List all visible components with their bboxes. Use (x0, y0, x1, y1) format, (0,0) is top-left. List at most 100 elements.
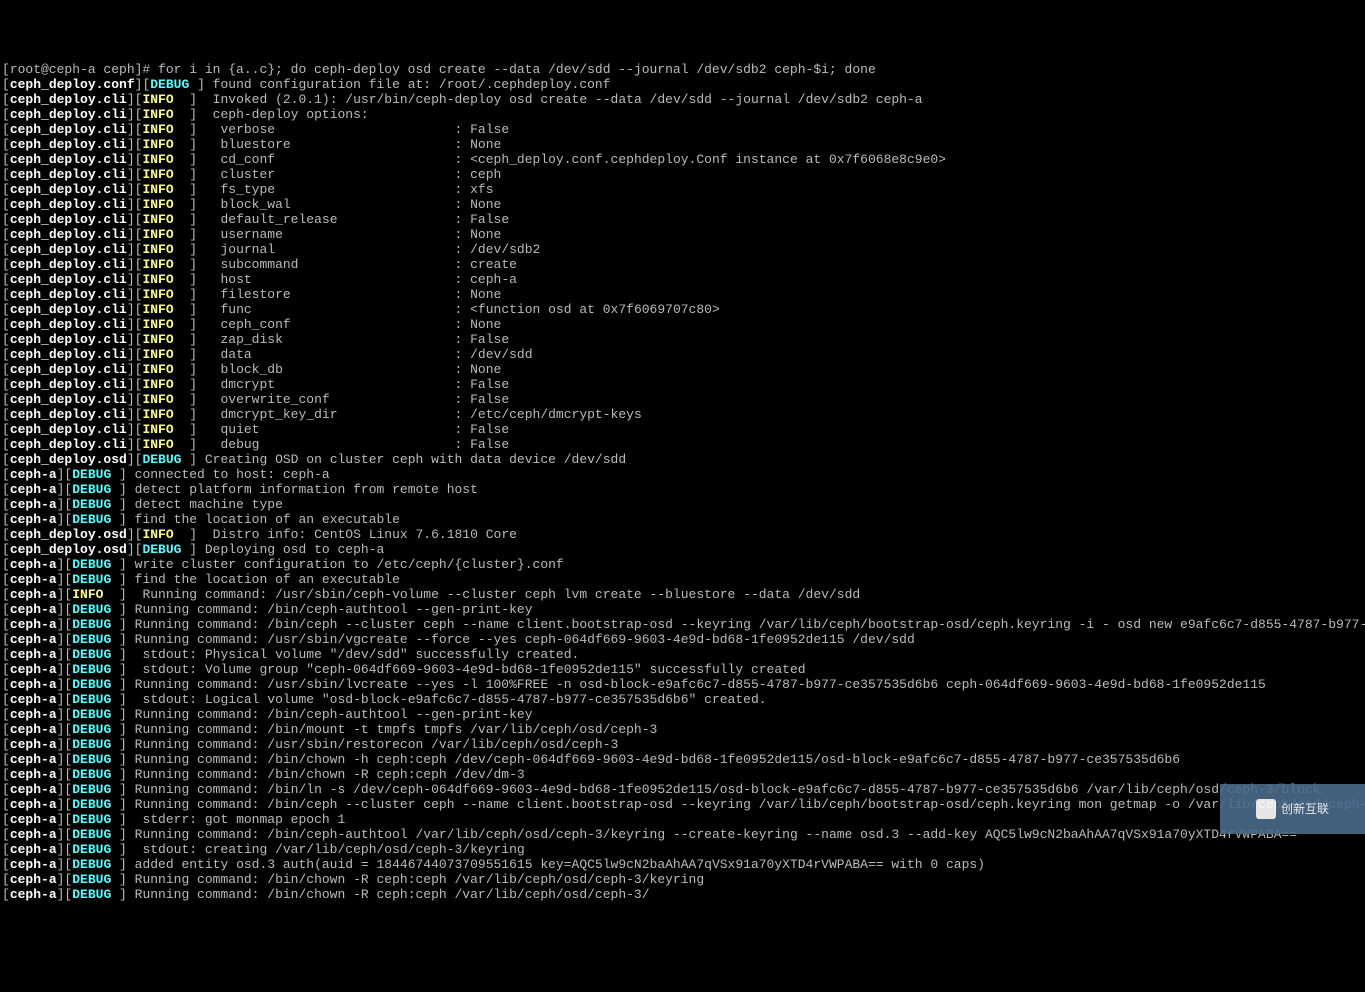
log-level: INFO (142, 287, 189, 302)
log-line: [ceph-a][DEBUG ] detect platform informa… (2, 482, 1363, 497)
log-line: [ceph_deploy.cli][INFO ] block_wal : Non… (2, 197, 1363, 212)
log-source: ceph_deploy.cli (10, 122, 127, 137)
log-source: ceph_deploy.cli (10, 287, 127, 302)
log-level: DEBUG (72, 707, 119, 722)
log-level: DEBUG (72, 797, 119, 812)
log-line: [ceph-a][INFO ] Running command: /usr/sb… (2, 587, 1363, 602)
log-line: [ceph-a][DEBUG ] Running command: /bin/c… (2, 752, 1363, 767)
log-line: [ceph_deploy.cli][INFO ] zap_disk : Fals… (2, 332, 1363, 347)
log-source: ceph_deploy.cli (10, 302, 127, 317)
log-source: ceph-a (10, 782, 57, 797)
log-source: ceph_deploy.cli (10, 92, 127, 107)
log-level: DEBUG (72, 617, 119, 632)
log-level: INFO (142, 137, 189, 152)
log-source: ceph-a (10, 497, 57, 512)
log-level: INFO (142, 152, 189, 167)
log-source: ceph-a (10, 587, 57, 602)
log-level: INFO (142, 272, 189, 287)
log-source: ceph-a (10, 512, 57, 527)
log-source: ceph-a (10, 842, 57, 857)
log-line: [ceph_deploy.cli][INFO ] Invoked (2.0.1)… (2, 92, 1363, 107)
log-level: DEBUG (72, 737, 119, 752)
log-source: ceph_deploy.cli (10, 107, 127, 122)
log-level: INFO (142, 242, 189, 257)
log-line: [ceph-a][DEBUG ] Running command: /bin/l… (2, 782, 1363, 797)
log-line: [ceph_deploy.cli][INFO ] overwrite_conf … (2, 392, 1363, 407)
log-line: [ceph-a][DEBUG ] detect machine type (2, 497, 1363, 512)
log-level: DEBUG (142, 542, 189, 557)
log-source: ceph-a (10, 557, 57, 572)
log-source: ceph-a (10, 662, 57, 677)
log-level: DEBUG (72, 767, 119, 782)
log-source: ceph_deploy.cli (10, 212, 127, 227)
log-source: ceph-a (10, 647, 57, 662)
log-line: [ceph_deploy.cli][INFO ] filestore : Non… (2, 287, 1363, 302)
log-line: [ceph-a][DEBUG ] Running command: /bin/c… (2, 887, 1363, 902)
log-line: [ceph_deploy.cli][INFO ] func : <functio… (2, 302, 1363, 317)
log-level: DEBUG (72, 557, 119, 572)
log-level: DEBUG (72, 482, 119, 497)
log-source: ceph-a (10, 632, 57, 647)
log-source: ceph-a (10, 602, 57, 617)
log-line: [ceph_deploy.cli][INFO ] cd_conf : <ceph… (2, 152, 1363, 167)
log-level: INFO (142, 257, 189, 272)
log-level: INFO (142, 167, 189, 182)
log-source: ceph_deploy.cli (10, 437, 127, 452)
log-line: [ceph-a][DEBUG ] stderr: got monmap epoc… (2, 812, 1363, 827)
log-source: ceph-a (10, 857, 57, 872)
log-level: INFO (142, 92, 189, 107)
watermark: 创新互联 (1220, 784, 1365, 834)
log-line: [ceph_deploy.cli][INFO ] verbose : False (2, 122, 1363, 137)
log-level: INFO (142, 377, 189, 392)
log-level: DEBUG (72, 572, 119, 587)
log-source: ceph-a (10, 617, 57, 632)
log-level: INFO (142, 527, 189, 542)
log-line: [ceph_deploy.cli][INFO ] dmcrypt : False (2, 377, 1363, 392)
log-line: [ceph-a][DEBUG ] Running command: /bin/c… (2, 707, 1363, 722)
log-source: ceph-a (10, 677, 57, 692)
log-source: ceph-a (10, 572, 57, 587)
log-level: INFO (142, 437, 189, 452)
log-line: [ceph_deploy.cli][INFO ] cluster : ceph (2, 167, 1363, 182)
log-source: ceph_deploy.cli (10, 422, 127, 437)
log-source: ceph_deploy.osd (10, 527, 127, 542)
log-source: ceph_deploy.cli (10, 407, 127, 422)
log-level: DEBUG (72, 647, 119, 662)
log-line: [ceph_deploy.cli][INFO ] block_db : None (2, 362, 1363, 377)
log-level: INFO (142, 182, 189, 197)
log-level: DEBUG (72, 722, 119, 737)
terminal-output[interactable]: [root@ceph-a ceph]# for i in {a..c}; do … (2, 62, 1363, 902)
log-line: [ceph_deploy.cli][INFO ] bluestore : Non… (2, 137, 1363, 152)
log-source: ceph-a (10, 872, 57, 887)
log-source: ceph-a (10, 812, 57, 827)
log-level: DEBUG (72, 872, 119, 887)
log-level: INFO (142, 332, 189, 347)
log-line: [ceph_deploy.cli][INFO ] ceph-deploy opt… (2, 107, 1363, 122)
log-line: [ceph-a][DEBUG ] find the location of an… (2, 572, 1363, 587)
log-line: [ceph-a][DEBUG ] added entity osd.3 auth… (2, 857, 1363, 872)
log-line: [ceph-a][DEBUG ] stdout: Volume group "c… (2, 662, 1363, 677)
log-line: [ceph-a][DEBUG ] Running command: /bin/c… (2, 872, 1363, 887)
log-level: INFO (142, 392, 189, 407)
log-level: DEBUG (72, 497, 119, 512)
log-level: INFO (142, 107, 189, 122)
log-line: [ceph-a][DEBUG ] Running command: /usr/s… (2, 737, 1363, 752)
log-level: DEBUG (72, 812, 119, 827)
log-source: ceph_deploy.cli (10, 182, 127, 197)
log-line: [ceph_deploy.conf][DEBUG ] found configu… (2, 77, 1363, 92)
log-source: ceph_deploy.cli (10, 242, 127, 257)
log-level: INFO (142, 227, 189, 242)
log-source: ceph_deploy.cli (10, 272, 127, 287)
log-line: [ceph-a][DEBUG ] Running command: /bin/c… (2, 602, 1363, 617)
log-level: DEBUG (72, 632, 119, 647)
log-line: [ceph-a][DEBUG ] stdout: Physical volume… (2, 647, 1363, 662)
log-line: [ceph-a][DEBUG ] Running command: /bin/c… (2, 617, 1363, 632)
log-level: INFO (142, 212, 189, 227)
log-level: INFO (142, 317, 189, 332)
log-source: ceph-a (10, 752, 57, 767)
log-source: ceph-a (10, 707, 57, 722)
log-source: ceph_deploy.cli (10, 377, 127, 392)
log-line: [ceph-a][DEBUG ] Running command: /usr/s… (2, 677, 1363, 692)
log-line: [ceph-a][DEBUG ] Running command: /bin/m… (2, 722, 1363, 737)
log-line: [ceph-a][DEBUG ] connected to host: ceph… (2, 467, 1363, 482)
